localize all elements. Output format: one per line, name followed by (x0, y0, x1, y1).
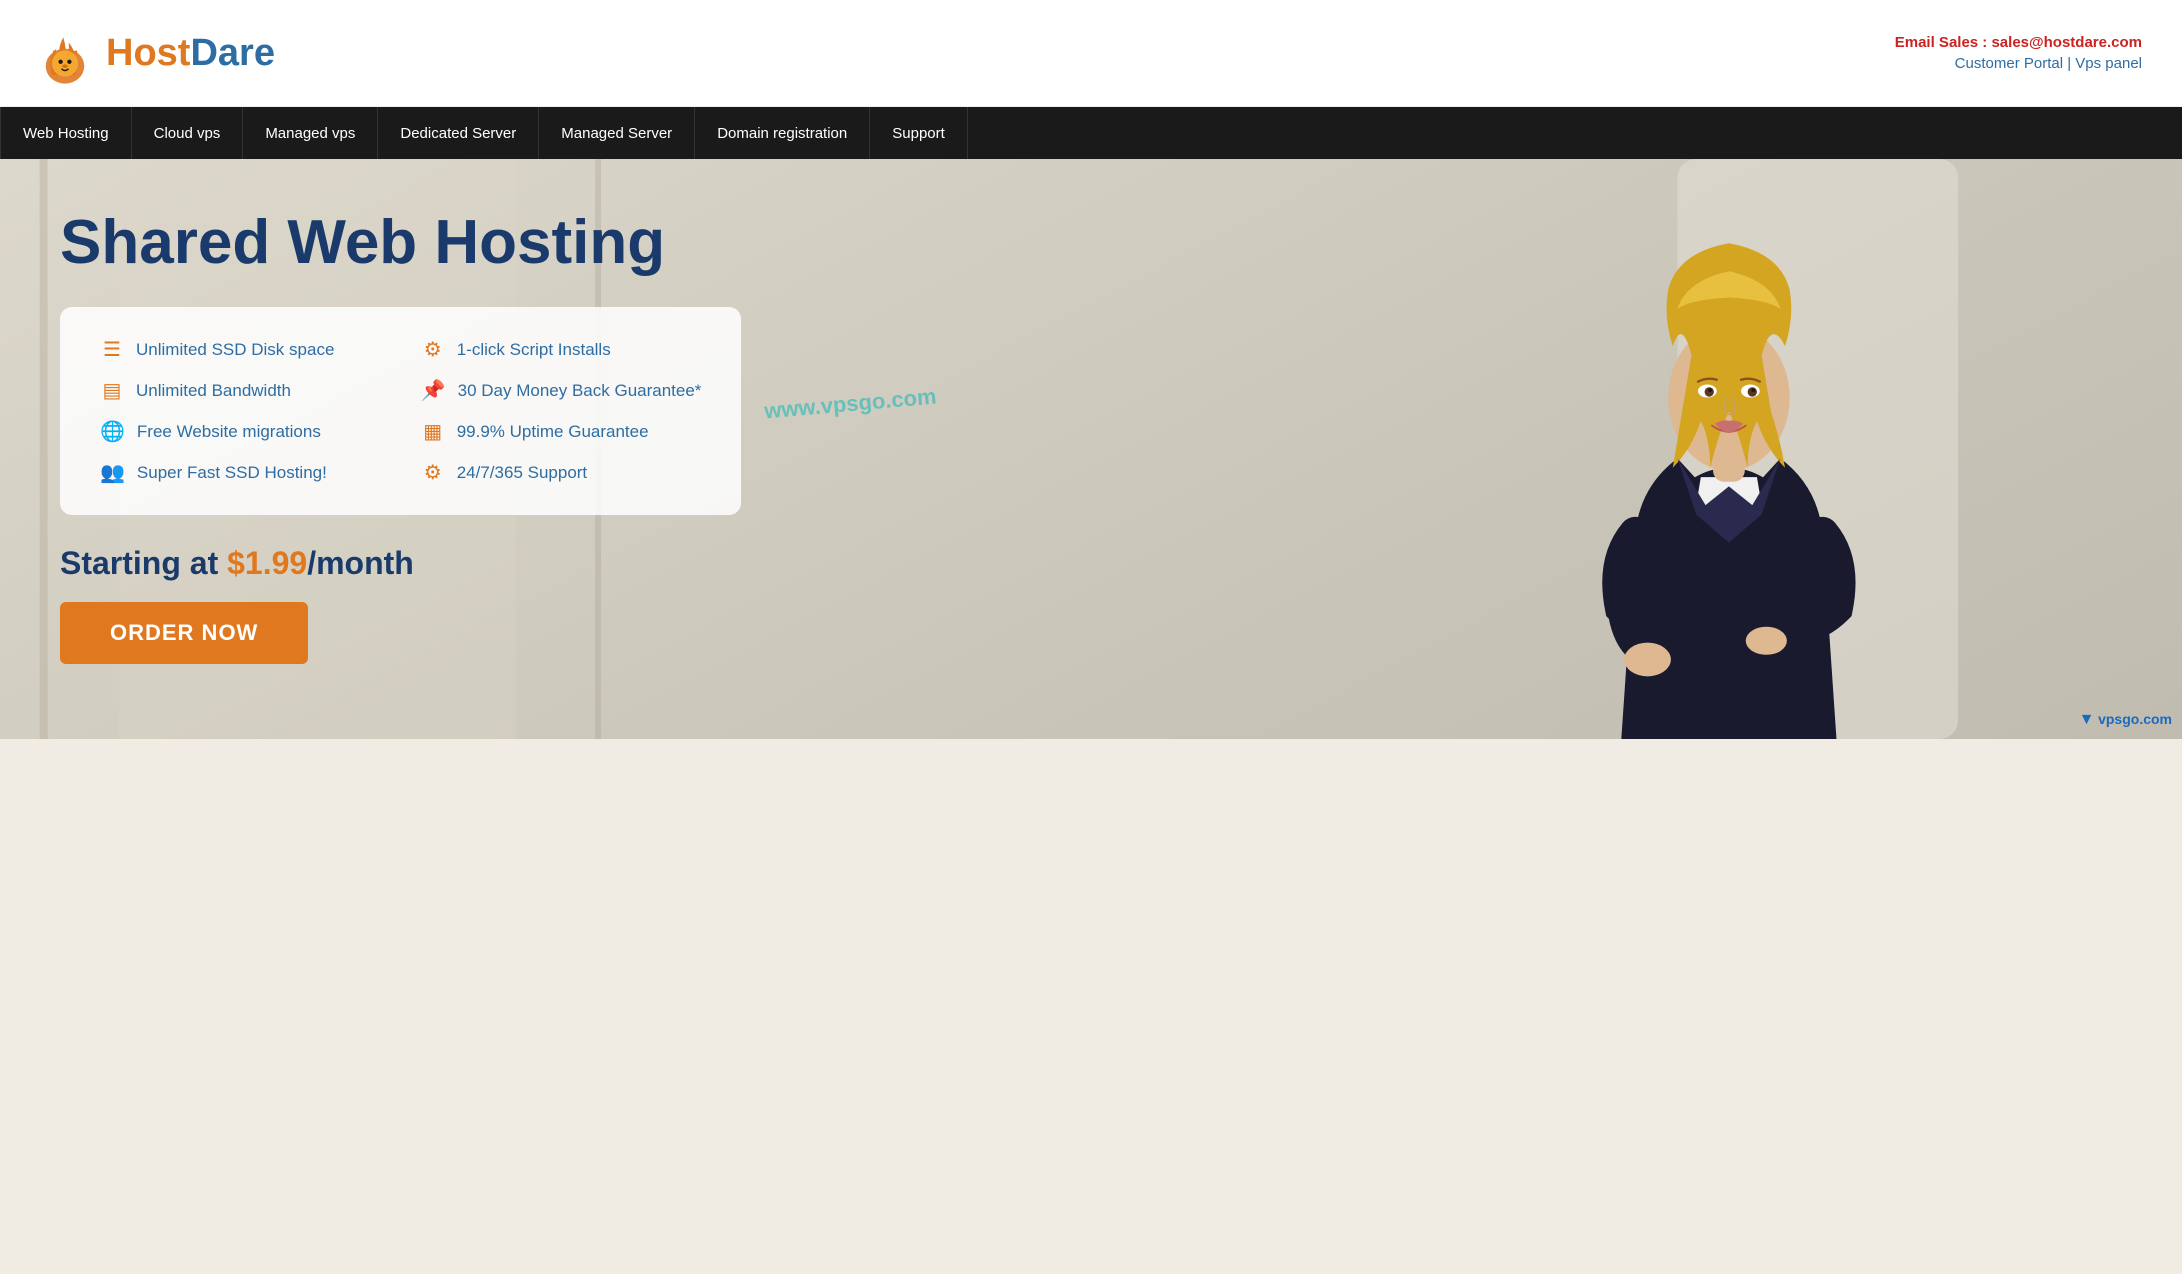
woman-svg (1266, 159, 2182, 739)
logo-icon (30, 18, 100, 88)
bottom-watermark-text: vpsgo.com (2098, 711, 2172, 727)
feature-money-back: 📌 30 Day Money Back Guarantee* (421, 378, 702, 403)
header-contact: Email Sales : sales@hostdare.com Custome… (1895, 34, 2142, 72)
logo[interactable]: HostDare (30, 18, 275, 88)
logo-dare: Dare (190, 32, 275, 74)
feature-script-installs: ⚙ 1-click Script Installs (421, 337, 702, 362)
feature-ssd-disk-text: Unlimited SSD Disk space (136, 340, 334, 360)
hero-content: Shared Web Hosting ☰ Unlimited SSD Disk … (0, 159, 741, 704)
hero-title: Shared Web Hosting (60, 209, 741, 277)
disk-icon: ☰ (100, 337, 124, 362)
feature-uptime-text: 99.9% Uptime Guarantee (457, 422, 649, 442)
feature-migrations: 🌐 Free Website migrations (100, 419, 381, 444)
users-icon: 👥 (100, 460, 125, 485)
pricing-prefix: Starting at (60, 545, 227, 581)
order-now-button[interactable]: ORDER NOW (60, 602, 308, 664)
bottom-watermark: ▼ vpsgo.com (2079, 711, 2172, 729)
customer-portal-link[interactable]: Customer Portal (1955, 55, 2063, 72)
divider: | (2063, 55, 2075, 72)
bandwidth-icon: ▤ (100, 378, 124, 403)
globe-icon: 🌐 (100, 419, 125, 444)
email-label: Email Sales : (1895, 34, 1992, 51)
feature-support: ⚙ 24/7/365 Support (421, 460, 702, 485)
feature-uptime: ▦ 99.9% Uptime Guarantee (421, 419, 702, 444)
pin-icon: 📌 (421, 378, 446, 403)
pricing-line: Starting at $1.99/month (60, 545, 741, 582)
email-value[interactable]: sales@hostdare.com (1991, 34, 2142, 51)
logo-wordmark: HostDare (106, 32, 275, 75)
feature-bandwidth: ▤ Unlimited Bandwidth (100, 378, 381, 403)
header-links: Customer Portal | Vps panel (1895, 55, 2142, 72)
nav-cloud-vps[interactable]: Cloud vps (132, 107, 244, 159)
gear-icon: ⚙ (421, 337, 445, 362)
feature-script-installs-text: 1-click Script Installs (457, 340, 611, 360)
header-email: Email Sales : sales@hostdare.com (1895, 34, 2142, 51)
main-navbar: Web Hosting Cloud vps Managed vps Dedica… (0, 107, 2182, 159)
nav-domain-registration[interactable]: Domain registration (695, 107, 870, 159)
features-card: ☰ Unlimited SSD Disk space ⚙ 1-click Scr… (60, 307, 741, 515)
pricing-value: $1.99 (227, 545, 307, 581)
logo-host: Host (106, 32, 190, 74)
nav-support[interactable]: Support (870, 107, 968, 159)
vps-panel-link[interactable]: Vps panel (2075, 55, 2142, 72)
feature-money-back-text: 30 Day Money Back Guarantee* (458, 381, 702, 401)
feature-ssd-hosting: 👥 Super Fast SSD Hosting! (100, 460, 381, 485)
support-icon: ⚙ (421, 460, 445, 485)
uptime-icon: ▦ (421, 419, 445, 444)
nav-dedicated-server[interactable]: Dedicated Server (378, 107, 539, 159)
hero-section: Shared Web Hosting ☰ Unlimited SSD Disk … (0, 159, 2182, 739)
feature-ssd-disk: ☰ Unlimited SSD Disk space (100, 337, 381, 362)
nav-managed-vps[interactable]: Managed vps (243, 107, 378, 159)
feature-ssd-hosting-text: Super Fast SSD Hosting! (137, 463, 327, 483)
feature-bandwidth-text: Unlimited Bandwidth (136, 381, 291, 401)
hero-woman-image (1266, 159, 2182, 739)
site-header: HostDare Email Sales : sales@hostdare.co… (0, 0, 2182, 107)
pricing-suffix: /month (307, 545, 414, 581)
nav-managed-server[interactable]: Managed Server (539, 107, 695, 159)
feature-migrations-text: Free Website migrations (137, 422, 321, 442)
nav-web-hosting[interactable]: Web Hosting (0, 107, 132, 159)
feature-support-text: 24/7/365 Support (457, 463, 587, 483)
